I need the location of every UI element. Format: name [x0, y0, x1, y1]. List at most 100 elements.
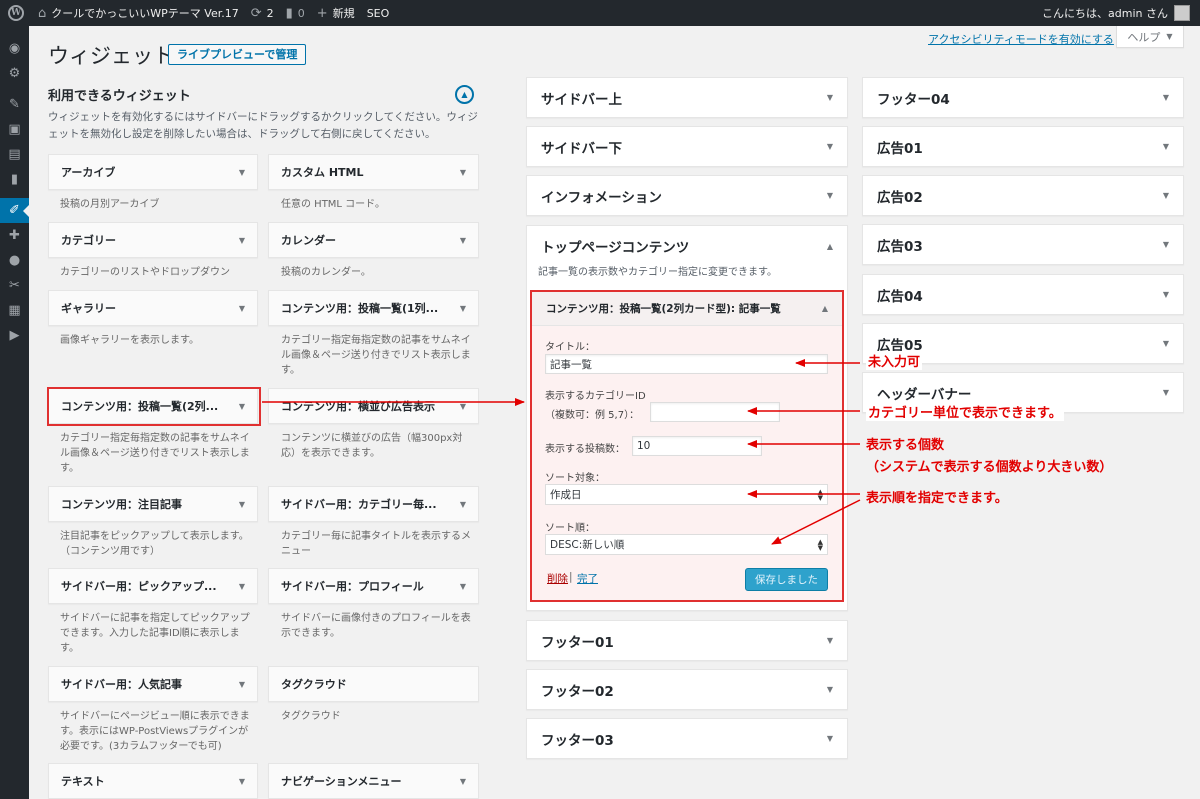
sidebar-information[interactable]: インフォメーション ▼ [526, 175, 848, 216]
done-link[interactable]: 完了 [577, 571, 598, 586]
gear-icon[interactable]: ⚙ [0, 61, 29, 86]
triangle-down-icon[interactable]: ▼ [1163, 240, 1169, 249]
widget-sidebar-category[interactable]: サイドバー用：カテゴリー毎... ▼ [268, 486, 479, 522]
widget-edit-header[interactable]: コンテンツ用：投稿一覧(2列カード型): 記事一覧 ▲ [532, 292, 842, 326]
widget-tag-cloud[interactable]: タグクラウド [268, 666, 479, 702]
available-widgets-title: 利用できるウィジェット [48, 89, 191, 104]
comments-icon[interactable]: ▮ [0, 167, 29, 192]
new-label: 新規 [332, 7, 355, 20]
my-account[interactable]: こんにちは、admin さん [1036, 0, 1200, 26]
triangle-down-icon[interactable]: ▼ [827, 685, 833, 694]
triangle-down-icon[interactable]: ▼ [239, 777, 245, 786]
post-count-input[interactable]: 10 [632, 436, 762, 456]
triangle-down-icon[interactable]: ▼ [239, 500, 245, 509]
comment-icon: ▮ [285, 5, 293, 21]
triangle-down-icon[interactable]: ▼ [239, 680, 245, 689]
pin-icon[interactable]: ✎ [0, 92, 29, 117]
delete-link[interactable]: 削除 [547, 571, 568, 586]
page-title: ウィジェット [48, 44, 174, 68]
sidebar-title: 広告01 [877, 140, 923, 157]
triangle-down-icon[interactable]: ▼ [239, 304, 245, 313]
sidebar-ad04[interactable]: 広告04 ▼ [862, 274, 1184, 315]
triangle-down-icon[interactable]: ▼ [827, 142, 833, 151]
sort-order-select[interactable]: DESC:新しい順 ▲ ▼ [545, 534, 828, 555]
triangle-down-icon[interactable]: ▼ [239, 582, 245, 591]
save-button[interactable]: 保存しました [745, 568, 828, 591]
widget-calendar[interactable]: カレンダー ▼ [268, 222, 479, 258]
widget-archives[interactable]: アーカイブ ▼ [48, 154, 258, 190]
triangle-down-icon[interactable]: ▼ [460, 402, 466, 411]
widget-categories[interactable]: カテゴリー ▼ [48, 222, 258, 258]
triangle-down-icon[interactable]: ▼ [239, 168, 245, 177]
admin-bar: W ⌂ クールでかっこいいWPテーマ Ver.17 ⟳ 2 ▮ 0 + 新規 S… [0, 0, 1200, 26]
widget-text[interactable]: テキスト ▼ [48, 763, 258, 799]
widget-sidebar-profile[interactable]: サイドバー用：プロフィール ▼ [268, 568, 479, 604]
sidebar-footer01[interactable]: フッター01 ▼ [526, 620, 848, 661]
live-preview-button[interactable]: ライブプレビューで管理 [168, 44, 307, 65]
triangle-down-icon[interactable]: ▼ [827, 93, 833, 102]
sidebar-ad03[interactable]: 広告03 ▼ [862, 224, 1184, 265]
sidebar-top[interactable]: サイドバー上 ▼ [526, 77, 848, 118]
sidebar-footer03[interactable]: フッター03 ▼ [526, 718, 848, 759]
triangle-down-icon[interactable]: ▼ [1163, 93, 1169, 102]
accessibility-mode-link[interactable]: アクセシビリティモードを有効にする [928, 31, 1114, 47]
sidebar-ad02[interactable]: 広告02 ▼ [862, 175, 1184, 216]
triangle-down-icon[interactable]: ▼ [827, 636, 833, 645]
seo-link[interactable]: SEO [361, 0, 396, 26]
sidebar-footer04[interactable]: フッター04 ▼ [862, 77, 1184, 118]
tools-icon[interactable]: ✂ [0, 273, 29, 298]
widget-horizontal-ads[interactable]: コンテンツ用：横並び広告表示 ▼ [268, 388, 479, 424]
category-id-input[interactable] [650, 402, 780, 422]
help-tab[interactable]: ヘルプ ▼ [1116, 26, 1184, 48]
widget-post-list-1col[interactable]: コンテンツ用：投稿一覧(1列... ▼ [268, 290, 479, 326]
media-icon[interactable]: ▣ [0, 117, 29, 142]
widget-description: タグクラウド [281, 711, 341, 722]
widget-featured-posts[interactable]: コンテンツ用：注目記事 ▼ [48, 486, 258, 522]
triangle-down-icon[interactable]: ▼ [460, 304, 466, 313]
plugins-icon[interactable]: ✚ [0, 223, 29, 248]
widget-popular-posts[interactable]: サイドバー用：人気記事 ▼ [48, 666, 258, 702]
sort-target-select[interactable]: 作成日 ▲ ▼ [545, 484, 828, 505]
triangle-down-icon[interactable]: ▼ [460, 500, 466, 509]
site-name-link[interactable]: ⌂ クールでかっこいいWPテーマ Ver.17 [32, 0, 245, 26]
dashboard-icon[interactable]: ◉ [0, 36, 29, 61]
widget-title: ナビゲーションメニュー [281, 775, 402, 788]
sidebar-footer02[interactable]: フッター02 ▼ [526, 669, 848, 710]
triangle-down-icon[interactable]: ▼ [1163, 388, 1169, 397]
wordpress-logo-icon[interactable]: W [0, 0, 32, 26]
triangle-up-icon[interactable]: ▲ [827, 242, 833, 251]
sidebar-title: 広告04 [877, 288, 923, 305]
updates-link[interactable]: ⟳ 2 [245, 0, 280, 26]
comments-link[interactable]: ▮ 0 [280, 0, 311, 26]
appearance-icon[interactable]: ✐ [0, 198, 29, 223]
triangle-down-icon[interactable]: ▼ [1163, 290, 1169, 299]
triangle-down-icon[interactable]: ▼ [460, 777, 466, 786]
sidebar-header[interactable]: トップページコンテンツ ▲ [527, 226, 847, 266]
widget-sidebar-pickup[interactable]: サイドバー用：ピックアップ... ▼ [48, 568, 258, 604]
triangle-down-icon[interactable]: ▼ [460, 236, 466, 245]
triangle-down-icon[interactable]: ▼ [1163, 191, 1169, 200]
widget-custom-html[interactable]: カスタム HTML ▼ [268, 154, 479, 190]
triangle-down-icon[interactable]: ▼ [1163, 339, 1169, 348]
triangle-down-icon[interactable]: ▼ [460, 582, 466, 591]
widget-description: 任意の HTML コード。 [281, 199, 385, 210]
collapse-toggle-icon[interactable]: ▲ [455, 85, 474, 104]
users-icon[interactable]: ● [0, 248, 29, 273]
widget-gallery[interactable]: ギャラリー ▼ [48, 290, 258, 326]
triangle-down-icon[interactable]: ▼ [827, 191, 833, 200]
triangle-down-icon[interactable]: ▼ [460, 168, 466, 177]
triangle-down-icon[interactable]: ▼ [827, 734, 833, 743]
pages-icon[interactable]: ▤ [0, 142, 29, 167]
sidebar-ad01[interactable]: 広告01 ▼ [862, 126, 1184, 167]
play-icon[interactable]: ▶ [0, 323, 29, 348]
sidebar-bottom[interactable]: サイドバー下 ▼ [526, 126, 848, 167]
widget-title: アーカイブ [61, 166, 116, 179]
widget-nav-menu[interactable]: ナビゲーションメニュー ▼ [268, 763, 479, 799]
triangle-up-icon[interactable]: ▲ [822, 304, 828, 313]
triangle-down-icon[interactable]: ▼ [1163, 142, 1169, 151]
new-content-link[interactable]: + 新規 [311, 0, 361, 26]
settings-icon[interactable]: ▦ [0, 298, 29, 323]
title-input[interactable]: 記事一覧 [545, 354, 828, 374]
triangle-down-icon[interactable]: ▼ [239, 236, 245, 245]
updates-icon: ⟳ [250, 5, 262, 21]
